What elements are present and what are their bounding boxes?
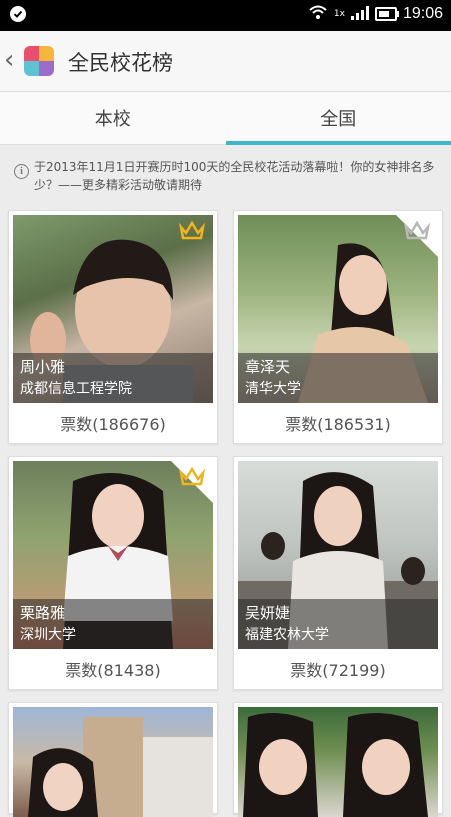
contestant-photo: 周小雅 成都信息工程学院 — [13, 215, 213, 403]
status-bar: 1x 19:06 — [0, 0, 451, 31]
name-overlay: 章泽天 清华大学 — [238, 353, 438, 403]
silver-crown-icon — [404, 221, 430, 245]
clock: 19:06 — [403, 5, 443, 23]
signal-icon — [351, 5, 369, 24]
back-chevron-icon[interactable]: ‹ — [4, 45, 14, 75]
name-overlay: 栗路雅 深圳大学 — [13, 599, 213, 649]
wifi-icon — [308, 4, 328, 24]
notification-check-icon — [10, 6, 26, 22]
contestant-name: 吴妍婕 — [245, 602, 290, 623]
contestant-photo — [13, 707, 213, 817]
battery-icon — [375, 7, 397, 21]
tab-school[interactable]: 本校 — [0, 92, 226, 144]
contestant-photo: 栗路雅 深圳大学 — [13, 461, 213, 649]
contestant-photo — [238, 707, 438, 817]
contestant-name: 周小雅 — [20, 356, 65, 377]
gold-crown-icon — [179, 467, 205, 491]
app-header: ‹ 全民校花榜 — [0, 31, 451, 92]
contestant-school: 福建农林大学 — [245, 624, 329, 644]
ranking-card[interactable]: 周小雅 成都信息工程学院 票数(186676) — [8, 210, 218, 444]
ranking-card[interactable] — [233, 702, 443, 814]
contestant-name: 章泽天 — [245, 356, 290, 377]
ranking-card[interactable] — [8, 702, 218, 814]
contestant-school: 成都信息工程学院 — [20, 378, 132, 398]
gold-crown-icon — [179, 221, 205, 245]
contestant-name: 栗路雅 — [20, 602, 65, 623]
contestant-school: 清华大学 — [245, 378, 301, 398]
tab-bar: 本校 全国 — [0, 92, 451, 145]
ranking-card[interactable]: 栗路雅 深圳大学 票数(81438) — [8, 456, 218, 690]
contestant-photo: 吴妍婕 福建农林大学 — [238, 461, 438, 649]
info-icon: i — [14, 164, 29, 179]
tab-nationwide[interactable]: 全国 — [226, 92, 451, 144]
notice-text: 于2013年11月1日开赛历时100天的全民校花活动落幕啦！你的女神排名多少？—… — [34, 158, 442, 194]
ranking-card[interactable]: 章泽天 清华大学 票数(186531) — [233, 210, 443, 444]
vote-count: 票数(81438) — [9, 657, 217, 681]
contestant-photo: 章泽天 清华大学 — [238, 215, 438, 403]
contestant-school: 深圳大学 — [20, 624, 76, 644]
page-title: 全民校花榜 — [68, 47, 173, 77]
vote-count: 票数(186531) — [234, 411, 442, 435]
name-overlay: 周小雅 成都信息工程学院 — [13, 353, 213, 403]
network-type-label: 1x — [334, 9, 345, 19]
name-overlay: 吴妍婕 福建农林大学 — [238, 599, 438, 649]
ranking-card[interactable]: 吴妍婕 福建农林大学 票数(72199) — [233, 456, 443, 690]
vote-count: 票数(186676) — [9, 411, 217, 435]
vote-count: 票数(72199) — [234, 657, 442, 681]
app-logo-icon — [24, 46, 54, 76]
